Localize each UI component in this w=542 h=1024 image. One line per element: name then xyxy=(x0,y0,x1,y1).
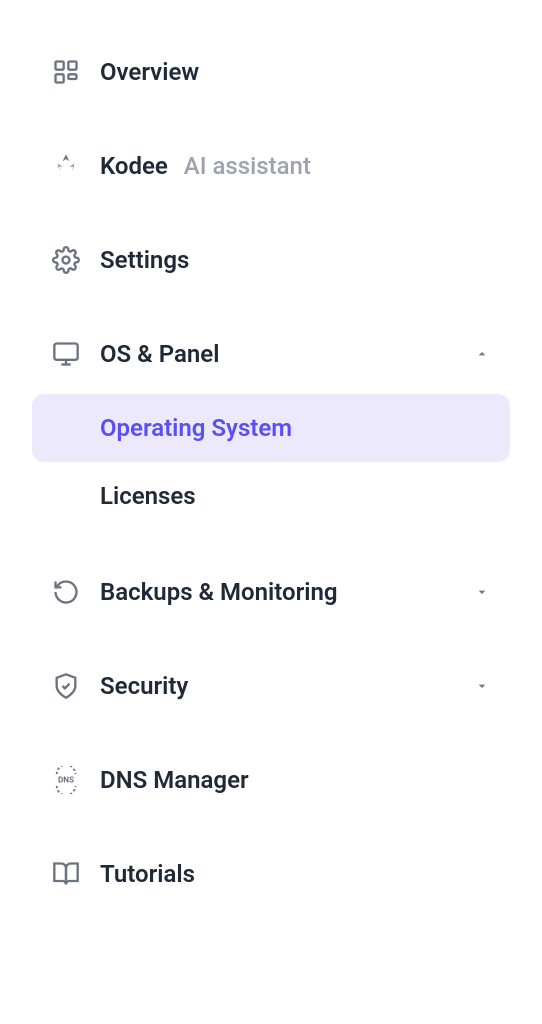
sidebar-item-label: Security xyxy=(100,672,188,700)
submenu-item-label: Licenses xyxy=(100,482,196,510)
sidebar-item-label: Settings xyxy=(100,246,189,274)
sidebar-item-backups[interactable]: Backups & Monitoring xyxy=(32,560,510,624)
ai-icon xyxy=(52,152,80,180)
monitor-icon xyxy=(52,340,80,368)
submenu-item-licenses[interactable]: Licenses xyxy=(32,462,510,530)
sidebar-item-label: DNS Manager xyxy=(100,766,249,794)
sidebar-item-dns[interactable]: DNS DNS Manager xyxy=(32,748,510,812)
history-icon xyxy=(52,578,80,606)
sidebar-item-overview[interactable]: Overview xyxy=(32,40,510,104)
sidebar-item-label: Overview xyxy=(100,58,199,86)
submenu-os-panel: Operating System Licenses xyxy=(32,394,510,530)
submenu-item-label: Operating System xyxy=(100,414,292,442)
svg-text:DNS: DNS xyxy=(58,774,74,784)
chevron-down-icon xyxy=(474,678,490,694)
gear-icon xyxy=(52,246,80,274)
sidebar-nav: Overview Kodee AI assistant Settings xyxy=(32,40,510,906)
sidebar-item-label: Backups & Monitoring xyxy=(100,578,338,606)
sidebar-item-label: OS & Panel xyxy=(100,340,219,368)
chevron-down-icon xyxy=(474,584,490,600)
sidebar-item-suffix: AI assistant xyxy=(184,152,311,180)
sidebar-item-kodee[interactable]: Kodee AI assistant xyxy=(32,134,510,198)
sidebar-item-os-panel[interactable]: OS & Panel xyxy=(32,322,510,386)
shield-icon xyxy=(52,672,80,700)
sidebar-item-label: Tutorials xyxy=(100,860,195,888)
sidebar-item-tutorials[interactable]: Tutorials xyxy=(32,842,510,906)
dns-icon: DNS xyxy=(52,766,80,794)
sidebar-item-label: Kodee xyxy=(100,152,168,180)
sidebar-item-security[interactable]: Security xyxy=(32,654,510,718)
sidebar-section-os-panel: OS & Panel Operating System Licenses xyxy=(32,322,510,530)
dashboard-icon xyxy=(52,58,80,86)
book-icon xyxy=(52,860,80,888)
chevron-up-icon xyxy=(474,346,490,362)
submenu-item-operating-system[interactable]: Operating System xyxy=(32,394,510,462)
sidebar-item-settings[interactable]: Settings xyxy=(32,228,510,292)
